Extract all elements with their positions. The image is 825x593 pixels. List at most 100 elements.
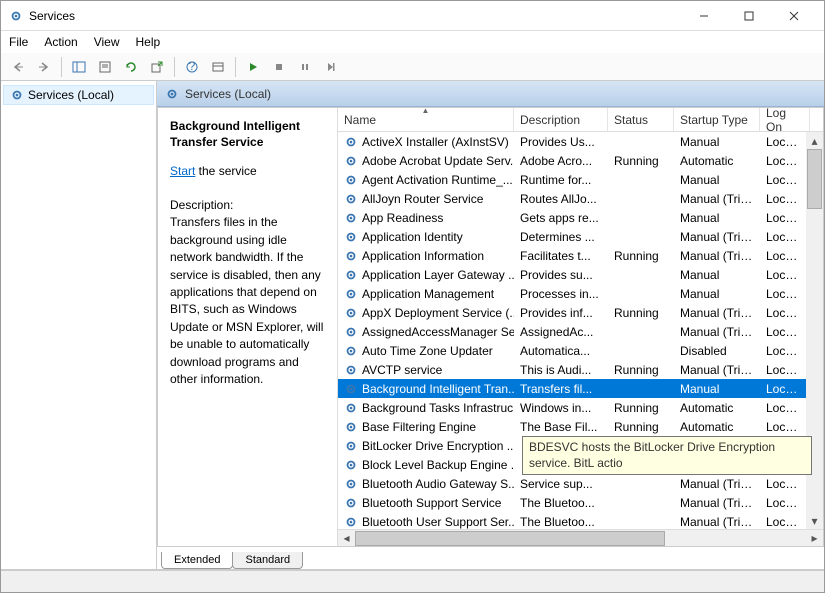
tree-item-services-local[interactable]: Services (Local) [3, 85, 154, 105]
column-header-status[interactable]: Status [608, 108, 674, 131]
service-name: AppX Deployment Service (... [362, 306, 514, 320]
cell-logon: Local Sy [760, 401, 810, 415]
cell-name: Application Identity [338, 230, 514, 244]
service-name: App Readiness [362, 211, 443, 225]
cell-description: Gets apps re... [514, 211, 608, 225]
service-row[interactable]: Application InformationFacilitates t...R… [338, 246, 823, 265]
service-row[interactable]: ActiveX Installer (AxInstSV)Provides Us.… [338, 132, 823, 151]
close-button[interactable] [771, 2, 816, 30]
service-row[interactable]: Background Tasks Infrastruc...Windows in… [338, 398, 823, 417]
service-row[interactable]: Bluetooth User Support Ser...The Bluetoo… [338, 512, 823, 529]
column-header-row: Name▲ Description Status Startup Type Lo… [338, 108, 823, 132]
start-service-link[interactable]: Start [170, 164, 195, 178]
start-suffix: the service [195, 164, 256, 178]
menu-action[interactable]: Action [44, 35, 77, 49]
cell-startup: Automatic [674, 401, 760, 415]
service-icon [344, 211, 358, 225]
service-icon [344, 496, 358, 510]
service-icon [344, 306, 358, 320]
service-row[interactable]: Application ManagementProcesses in...Man… [338, 284, 823, 303]
cell-logon: Local Sy [760, 306, 810, 320]
cell-description: This is Audi... [514, 363, 608, 377]
cell-name: BitLocker Drive Encryption ... [338, 439, 514, 453]
service-name: AVCTP service [362, 363, 442, 377]
column-header-name[interactable]: Name▲ [338, 108, 514, 131]
menu-view[interactable]: View [94, 35, 120, 49]
toolbar-separator [174, 57, 175, 77]
service-row[interactable]: Agent Activation Runtime_...Runtime for.… [338, 170, 823, 189]
tab-extended[interactable]: Extended [161, 552, 233, 569]
start-service-button[interactable] [242, 56, 264, 78]
cell-status: Running [608, 306, 674, 320]
show-hide-tree-button[interactable] [68, 56, 90, 78]
maximize-button[interactable] [726, 2, 771, 30]
service-name: Auto Time Zone Updater [362, 344, 493, 358]
service-icon [344, 401, 358, 415]
cell-startup: Manual [674, 287, 760, 301]
service-name: AssignedAccessManager Se... [362, 325, 514, 339]
minimize-button[interactable] [681, 2, 726, 30]
service-icon [344, 154, 358, 168]
forward-button[interactable] [33, 56, 55, 78]
service-row[interactable]: Auto Time Zone UpdaterAutomatica...Disab… [338, 341, 823, 360]
scroll-thumb[interactable] [807, 149, 822, 209]
column-header-description[interactable]: Description [514, 108, 608, 131]
service-row[interactable]: AssignedAccessManager Se...AssignedAc...… [338, 322, 823, 341]
service-row[interactable]: Bluetooth Audio Gateway S...Service sup.… [338, 474, 823, 493]
scroll-right-arrow-icon[interactable]: ▸ [806, 531, 823, 546]
service-row[interactable]: App ReadinessGets apps re...ManualLocal … [338, 208, 823, 227]
service-row[interactable]: AVCTP serviceThis is Audi...RunningManua… [338, 360, 823, 379]
scroll-down-arrow-icon[interactable]: ▾ [807, 512, 822, 529]
scroll-thumb[interactable] [355, 531, 665, 546]
pause-service-button[interactable] [294, 56, 316, 78]
cell-status: Running [608, 154, 674, 168]
export-button[interactable] [146, 56, 168, 78]
service-row[interactable]: Bluetooth Support ServiceThe Bluetoo...M… [338, 493, 823, 512]
list-button[interactable] [207, 56, 229, 78]
scroll-left-arrow-icon[interactable]: ◂ [338, 531, 355, 546]
service-name: Background Tasks Infrastruc... [362, 401, 514, 415]
service-name: Background Intelligent Tran... [362, 382, 514, 396]
description-label: Description: [170, 198, 325, 212]
menu-file[interactable]: File [9, 35, 28, 49]
service-row[interactable]: Background Intelligent Tran...Transfers … [338, 379, 823, 398]
description-text: Transfers files in the background using … [170, 214, 325, 388]
restart-service-button[interactable] [320, 56, 342, 78]
column-header-logon[interactable]: Log On [760, 108, 810, 131]
cell-logon: Local Sy [760, 325, 810, 339]
service-name: Application Management [362, 287, 494, 301]
service-name: BitLocker Drive Encryption ... [362, 439, 514, 453]
service-name: Block Level Backup Engine ... [362, 458, 514, 472]
service-name: Application Layer Gateway ... [362, 268, 514, 282]
service-row[interactable]: AllJoyn Router ServiceRoutes AllJo...Man… [338, 189, 823, 208]
help-button[interactable]: ? [181, 56, 203, 78]
cell-name: ActiveX Installer (AxInstSV) [338, 135, 514, 149]
service-row[interactable]: Application Layer Gateway ...Provides su… [338, 265, 823, 284]
cell-logon: Local Sy [760, 173, 810, 187]
tab-standard[interactable]: Standard [232, 552, 303, 569]
stop-service-button[interactable] [268, 56, 290, 78]
menu-help[interactable]: Help [136, 35, 161, 49]
refresh-button[interactable] [120, 56, 142, 78]
cell-logon: Local Sy [760, 154, 810, 168]
cell-name: Block Level Backup Engine ... [338, 458, 514, 472]
service-icon [344, 458, 358, 472]
service-row[interactable]: Base Filtering EngineThe Base Fil...Runn… [338, 417, 823, 436]
service-row[interactable]: Adobe Acrobat Update Serv...Adobe Acro..… [338, 151, 823, 170]
service-row[interactable]: AppX Deployment Service (...Provides inf… [338, 303, 823, 322]
cell-description: Provides inf... [514, 306, 608, 320]
service-icon [344, 192, 358, 206]
scroll-up-arrow-icon[interactable]: ▴ [807, 132, 822, 149]
horizontal-scrollbar[interactable]: ◂ ▸ [338, 529, 823, 546]
properties-button[interactable] [94, 56, 116, 78]
back-button[interactable] [7, 56, 29, 78]
column-header-startup[interactable]: Startup Type [674, 108, 760, 131]
service-icon [344, 363, 358, 377]
cell-logon: Local Se [760, 268, 810, 282]
toolbar-separator [61, 57, 62, 77]
cell-description: AssignedAc... [514, 325, 608, 339]
cell-startup: Manual (Trig... [674, 515, 760, 529]
cell-startup: Manual (Trig... [674, 325, 760, 339]
cell-description: Automatica... [514, 344, 608, 358]
service-row[interactable]: Application IdentityDetermines ...Manual… [338, 227, 823, 246]
